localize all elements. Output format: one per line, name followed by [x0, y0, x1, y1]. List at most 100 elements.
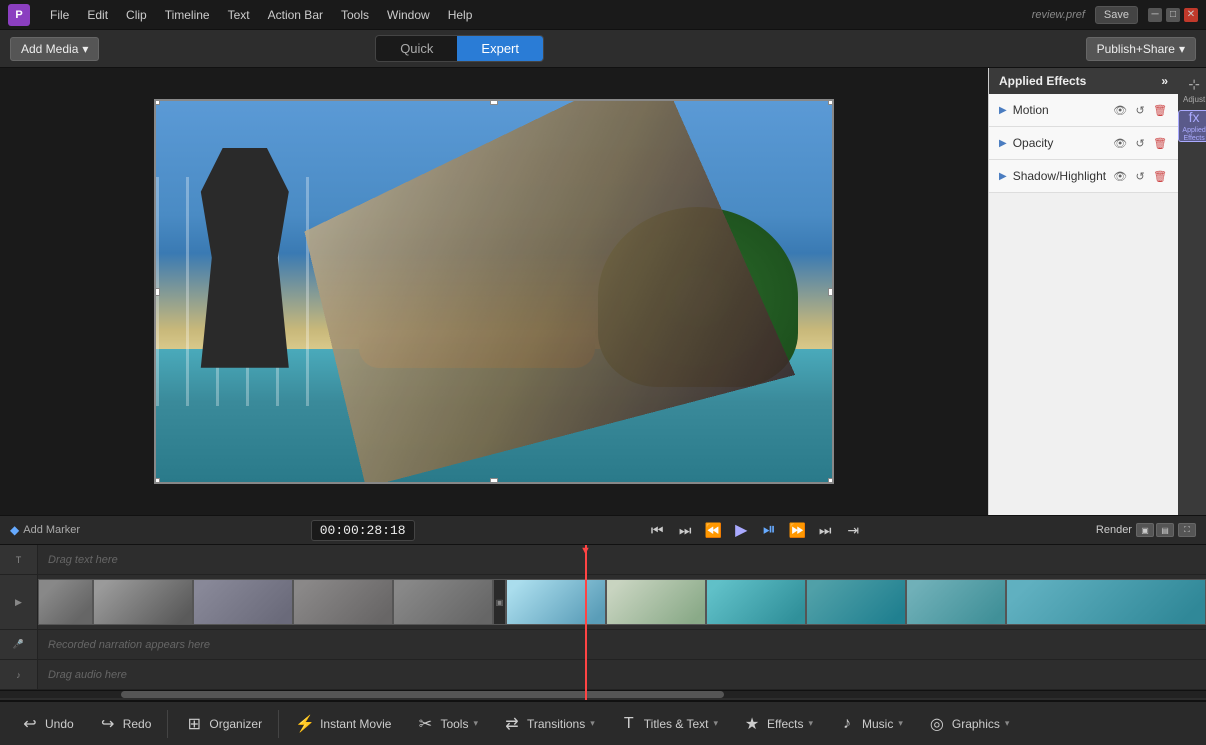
to-start-button[interactable]: ⏮ — [645, 518, 669, 542]
publish-share-button[interactable]: Publish+Share ▾ — [1086, 37, 1196, 61]
effect-motion-arrow[interactable]: ▶ — [999, 105, 1007, 116]
effect-shadow-delete[interactable]: 🗑 — [1152, 168, 1168, 184]
clip-10[interactable] — [906, 579, 1006, 625]
effect-opacity-reset[interactable]: ↺ — [1132, 135, 1148, 151]
effect-opacity-arrow[interactable]: ▶ — [999, 138, 1007, 149]
organizer-button[interactable]: ⊞ Organizer — [174, 709, 272, 739]
clip-3[interactable] — [193, 579, 293, 625]
playhead[interactable]: ▼ — [585, 545, 587, 700]
effect-shadow-reset[interactable]: ↺ — [1132, 168, 1148, 184]
video-canvas — [154, 99, 834, 484]
add-marker[interactable]: ◆ Add Marker — [10, 523, 80, 537]
clip-6[interactable] — [506, 579, 606, 625]
handle-middle-left[interactable] — [154, 288, 160, 296]
titles-label: Titles & Text — [644, 717, 709, 731]
menu-clip[interactable]: Clip — [118, 5, 155, 25]
render-fullscreen[interactable]: ⛶ — [1178, 523, 1196, 537]
menu-window[interactable]: Window — [379, 5, 438, 25]
tools-icon: ✂ — [415, 714, 435, 734]
handle-top-left[interactable] — [154, 99, 160, 105]
effect-motion-reset[interactable]: ↺ — [1132, 102, 1148, 118]
pref-filename: review.pref — [1032, 9, 1085, 21]
render-label: Render — [1096, 524, 1132, 536]
effect-shadow-visibility[interactable]: 👁 — [1112, 168, 1128, 184]
timeline-scroll-thumb[interactable] — [121, 691, 724, 698]
effects-panel-header: Applied Effects » — [989, 68, 1178, 94]
effect-shadow-highlight: ▶ Shadow/Highlight 👁 ↺ 🗑 — [989, 160, 1178, 193]
menu-text[interactable]: Text — [220, 5, 258, 25]
applied-effects-tool[interactable]: fx Applied Effects — [1178, 110, 1206, 142]
narration-track-header: 🎤 — [0, 630, 38, 659]
handle-bottom-right[interactable] — [828, 478, 834, 484]
menu-file[interactable]: File — [42, 5, 77, 25]
audio-track-header: ♪ — [0, 660, 38, 689]
effects-icon: ★ — [742, 714, 762, 734]
expert-mode-button[interactable]: Expert — [457, 36, 543, 61]
clip-7[interactable] — [606, 579, 706, 625]
handle-top-middle[interactable] — [490, 99, 498, 105]
transport-controls: ⏮ ⏭ ⏪ ▶ ⏯ ⏩ ⏭ ⇥ — [645, 518, 865, 542]
menu-help[interactable]: Help — [440, 5, 481, 25]
title-bar-right: review.pref Save ─ □ ✕ — [1032, 6, 1198, 24]
handle-middle-right[interactable] — [828, 288, 834, 296]
effect-motion: ▶ Motion 👁 ↺ 🗑 — [989, 94, 1178, 127]
handle-bottom-left[interactable] — [154, 478, 160, 484]
effect-shadow-arrow[interactable]: ▶ — [999, 171, 1007, 182]
menu-tools[interactable]: Tools — [333, 5, 377, 25]
mode-toggle: Quick Expert — [375, 35, 544, 62]
clip-1[interactable] — [38, 579, 93, 625]
undo-button[interactable]: ↩ Undo — [10, 709, 84, 739]
menu-action-bar[interactable]: Action Bar — [260, 5, 331, 25]
collapse-effects-icon[interactable]: » — [1161, 74, 1168, 88]
render-icon-2[interactable]: ▤ — [1156, 523, 1174, 537]
handle-top-right[interactable] — [828, 99, 834, 105]
loop-button[interactable]: ⇥ — [841, 518, 865, 542]
clip-4[interactable] — [293, 579, 393, 625]
effects-button[interactable]: ★ Effects ▾ — [732, 709, 823, 739]
instant-movie-label: Instant Movie — [320, 717, 391, 731]
clip-5[interactable] — [393, 579, 493, 625]
menu-timeline[interactable]: Timeline — [157, 5, 218, 25]
publish-label: Publish+Share — [1097, 42, 1175, 56]
adjust-tool[interactable]: ⊹ Adjust — [1178, 74, 1206, 106]
maximize-button[interactable]: □ — [1166, 8, 1180, 22]
clip-9[interactable] — [806, 579, 906, 625]
transitions-button[interactable]: ⇄ Transitions ▾ — [492, 709, 605, 739]
play-pause-button[interactable]: ⏯ — [757, 518, 781, 542]
add-media-button[interactable]: Add Media ▾ — [10, 37, 99, 61]
render-icon-1[interactable]: ▣ — [1136, 523, 1154, 537]
add-marker-label: Add Marker — [23, 524, 80, 536]
video-track-content: ▣ — [38, 575, 1206, 629]
clip-8[interactable] — [706, 579, 806, 625]
handle-bottom-middle[interactable] — [490, 478, 498, 484]
effect-opacity-delete[interactable]: 🗑 — [1152, 135, 1168, 151]
play-button[interactable]: ▶ — [729, 518, 753, 542]
timeline-scrollbar[interactable] — [0, 690, 1206, 698]
prev-edit-button[interactable]: ⏭ — [673, 518, 697, 542]
menu-edit[interactable]: Edit — [79, 5, 116, 25]
titles-text-button[interactable]: T Titles & Text ▾ — [609, 709, 728, 739]
graphics-button[interactable]: ◎ Graphics ▾ — [917, 709, 1020, 739]
video-track-header: ▶ — [0, 575, 38, 629]
effect-motion-visibility[interactable]: 👁 — [1112, 102, 1128, 118]
music-button[interactable]: ♪ Music ▾ — [827, 709, 913, 739]
step-back-button[interactable]: ⏪ — [701, 518, 725, 542]
step-fwd-button[interactable]: ⏩ — [785, 518, 809, 542]
clip-marker[interactable]: ▣ — [493, 579, 506, 625]
minimize-button[interactable]: ─ — [1148, 8, 1162, 22]
effect-opacity-label: Opacity — [1013, 136, 1106, 150]
instant-movie-button[interactable]: ⚡ Instant Movie — [285, 709, 401, 739]
effect-opacity-visibility[interactable]: 👁 — [1112, 135, 1128, 151]
add-media-label: Add Media — [21, 42, 78, 56]
close-button[interactable]: ✕ — [1184, 8, 1198, 22]
app-icon: P — [8, 4, 30, 26]
redo-button[interactable]: ↪ Redo — [88, 709, 162, 739]
tools-button[interactable]: ✂ Tools ▾ — [405, 709, 488, 739]
clip-2[interactable] — [93, 579, 193, 625]
quick-mode-button[interactable]: Quick — [376, 36, 457, 61]
to-end-button[interactable]: ⏭ — [813, 518, 837, 542]
playback-bar: ◆ Add Marker 00:00:28:18 ⏮ ⏭ ⏪ ▶ ⏯ ⏩ ⏭ ⇥… — [0, 515, 1206, 545]
clip-11[interactable] — [1006, 579, 1206, 625]
save-button[interactable]: Save — [1095, 6, 1138, 24]
effect-motion-delete[interactable]: 🗑 — [1152, 102, 1168, 118]
